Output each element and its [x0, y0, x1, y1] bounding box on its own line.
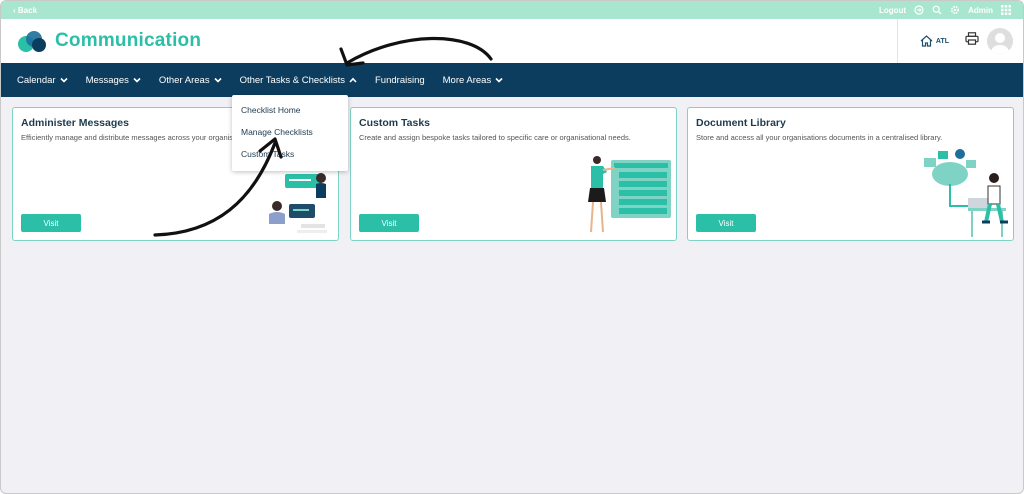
search-icon[interactable]	[932, 5, 942, 15]
app-logo[interactable]: Communication	[17, 29, 201, 53]
header-actions: ATL	[896, 19, 1023, 63]
nav-item-fundraising[interactable]: Fundraising	[375, 75, 425, 86]
nav-item-messages[interactable]: Messages	[86, 75, 141, 86]
chevron-up-icon	[349, 77, 357, 83]
top-bar-actions: Logout Admin	[879, 5, 1011, 15]
logout-icon[interactable]	[914, 5, 924, 15]
apps-grid-icon[interactable]	[1001, 5, 1011, 15]
chevron-down-icon	[495, 77, 503, 83]
user-avatar[interactable]	[987, 28, 1013, 54]
nav-item-calendar[interactable]: Calendar	[17, 75, 68, 86]
logo-icon	[18, 31, 46, 52]
nav-item-label: Messages	[85, 74, 129, 86]
home-icon	[920, 35, 933, 47]
messaging-illustration	[269, 173, 327, 233]
chevron-down-icon	[59, 77, 68, 83]
nav-item-label: Other Tasks & Checklists	[239, 74, 345, 86]
location-selector[interactable]: ATL	[920, 35, 949, 47]
card-description: Store and access all your organisations …	[696, 133, 943, 142]
nav-item-other-areas[interactable]: Other Areas	[159, 75, 222, 86]
nav-item-label: More Areas	[442, 74, 492, 86]
visit-button[interactable]: Visit	[359, 214, 419, 232]
nav-item-other-tasks-checklists[interactable]: Other Tasks & Checklists	[240, 75, 357, 86]
nav-item-label: Other Areas	[158, 74, 210, 86]
visit-button[interactable]: Visit	[696, 214, 756, 232]
main-nav: Calendar Messages Other Areas Other Tasks &…	[1, 63, 1023, 97]
page-title: Communication	[55, 30, 202, 51]
logout-link[interactable]: Logout	[879, 6, 906, 15]
nav-item-label: Fundraising	[375, 74, 425, 86]
dropdown-item-checklist-home[interactable]: Checklist Home	[232, 99, 348, 121]
location-label: ATL	[935, 37, 949, 45]
top-bar: ‹ Back Logout Admin	[1, 1, 1023, 19]
nav-item-label: Calendar	[17, 74, 56, 86]
tasks-checklists-dropdown: Checklist Home Manage Checklists Custom …	[232, 95, 348, 171]
cloud-library-illustration	[924, 149, 1008, 237]
user-name[interactable]: Admin	[968, 6, 993, 15]
nav-item-more-areas[interactable]: More Areas	[443, 75, 504, 86]
back-link[interactable]: ‹ Back	[13, 6, 37, 15]
chevron-down-icon	[214, 77, 222, 83]
print-icon[interactable]	[965, 32, 979, 50]
app-window: ‹ Back Logout Admin Communication ATL Ca…	[0, 0, 1024, 494]
card-description: Create and assign bespoke tasks tailored…	[359, 133, 631, 142]
card-title: Document Library	[696, 117, 786, 129]
visit-button[interactable]: Visit	[21, 214, 81, 232]
card-custom-tasks: Custom Tasks Create and assign bespoke t…	[350, 107, 677, 241]
task-board-illustration	[588, 156, 671, 233]
card-title: Custom Tasks	[359, 117, 430, 129]
header-divider	[896, 19, 898, 63]
dropdown-item-manage-checklists[interactable]: Manage Checklists	[232, 121, 348, 143]
gear-icon[interactable]	[950, 5, 960, 15]
app-header: Communication ATL	[1, 19, 1023, 63]
dropdown-item-custom-tasks[interactable]: Custom Tasks	[232, 143, 348, 165]
card-document-library: Document Library Store and access all yo…	[687, 107, 1014, 241]
chevron-down-icon	[133, 77, 141, 83]
